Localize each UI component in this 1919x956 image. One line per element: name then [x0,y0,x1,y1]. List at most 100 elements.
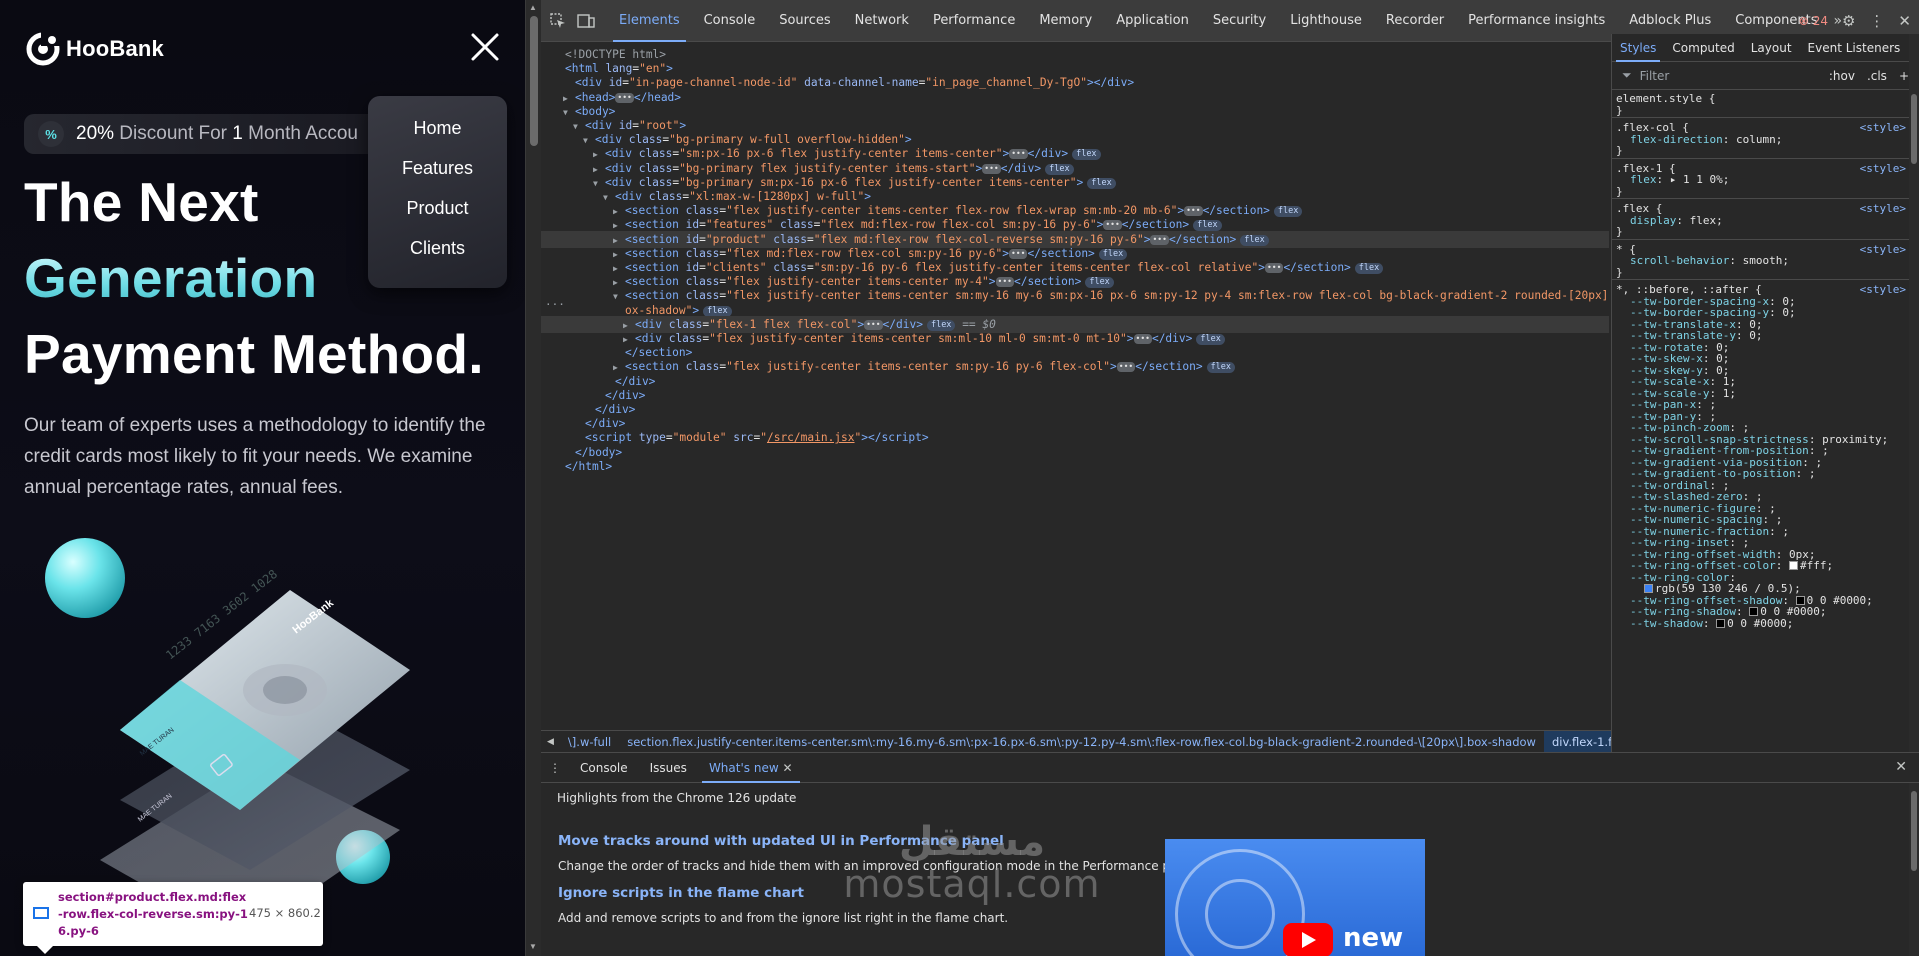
whats-new-heading: Highlights from the Chrome 126 update [557,791,797,805]
scrollbar-thumb[interactable] [1911,791,1917,871]
tab-computed[interactable]: Computed [1664,34,1742,62]
youtube-play-icon[interactable] [1283,923,1333,956]
style-rule-end[interactable]: } [1616,144,1906,158]
hero-title-line-1: The Next [24,171,259,233]
dom-node-markup: </div> [585,417,626,431]
tab-security[interactable]: Security [1201,0,1278,42]
color-swatch-icon[interactable] [1716,618,1726,628]
dom-node-markup: </div> [595,403,636,416]
color-swatch-icon[interactable] [1749,607,1759,616]
breadcrumb-item[interactable]: section.flex.justify-center.items-center… [619,735,1544,749]
inspect-element-icon[interactable] [547,10,569,32]
dom-node-markup: <head> ••• </head> [575,90,682,104]
nav-item-home[interactable]: Home [368,118,507,158]
drawer-tab-whats-new-label: What's new [708,760,779,775]
dom-node-markup: </html> [565,459,613,473]
nav-item-features[interactable]: Features [368,158,507,198]
tab-layout[interactable]: Layout [1743,34,1800,62]
whats-new-item-title[interactable]: Ignore scripts in the flame chart [558,885,804,901]
new-rule-button[interactable]: + [1899,69,1909,83]
error-icon: ⊗ [1798,14,1809,28]
whats-new-video-thumbnail[interactable]: new [1165,839,1425,956]
breadcrumb-left-arrow-icon[interactable]: ◀ [541,737,560,747]
style-rule-end[interactable]: } [1616,104,1906,118]
dom-node-markup: <div class="flex justify-center items-ce… [635,332,1225,345]
dom-node-markup: <div class="bg-primary flex justify-cent… [605,162,1074,175]
tab-styles[interactable]: Styles [1612,34,1664,62]
dom-node[interactable]: </html> [541,458,1609,475]
settings-gear-icon[interactable]: ⚙ [1842,12,1855,30]
tab-sources[interactable]: Sources [767,0,842,42]
tab-network[interactable]: Network [843,0,921,42]
style-declaration[interactable]: --tw-shadow: 0 0 #0000; [1616,617,1906,631]
hover-state-button[interactable]: :hov [1829,69,1855,83]
tab-performance[interactable]: Performance [921,0,1027,42]
drawer-tab-whats-new[interactable]: What's new ✕ [698,753,804,783]
close-menu-icon[interactable] [468,30,502,64]
color-swatch-icon[interactable] [1795,595,1805,605]
logo[interactable]: HooBank [26,32,164,66]
hero-title-line-3: Payment Method. [24,323,484,385]
drawer-scrollbar[interactable] [1909,783,1919,956]
dom-node-markup: <div class="bg-primary sm:px-16 px-6 fle… [605,176,1116,189]
tab-recorder[interactable]: Recorder [1374,0,1456,42]
nav-item-product[interactable]: Product [368,198,507,238]
selector-text: } [1616,265,1623,279]
video-new-label: new [1343,923,1404,953]
drawer-menu-icon[interactable]: ⋮ [541,761,569,775]
device-toolbar-icon[interactable] [575,10,597,32]
breadcrumb-item-selected[interactable]: div.flex-1.flex.flex-col [1543,731,1611,752]
css-value[interactable]: 0 0 #0000; [1727,617,1793,630]
color-swatch-icon[interactable] [1644,584,1653,593]
close-tab-icon[interactable]: ✕ [782,761,792,775]
drawer-tab-issues[interactable]: Issues [639,753,698,783]
dom-node-markup: <div class="sm:px-16 px-6 flex justify-c… [605,147,1101,161]
class-toggle-button[interactable]: .cls [1867,69,1887,83]
whats-new-item-title[interactable]: Move tracks around with updated UI in Pe… [558,833,1004,849]
tab-memory[interactable]: Memory [1027,0,1104,42]
color-swatch-icon[interactable] [1788,561,1798,570]
rule-separator [1612,279,1912,280]
site-scrollbar[interactable]: ▲ ▼ [525,0,541,956]
close-drawer-icon[interactable]: ✕ [1895,759,1907,775]
breadcrumb-item[interactable]: \].w-full [560,735,619,749]
dom-node-markup: <!DOCTYPE html> [565,48,667,61]
tab-event-listeners[interactable]: Event Listeners [1800,34,1909,62]
tab-console[interactable]: Console [692,0,768,42]
dom-node-markup: <div id="in-page-channel-node-id" data-c… [575,76,1135,90]
dom-node-markup: <html lang="en"> [565,62,673,76]
scrollbar-thumb[interactable] [530,16,538,146]
filter-icon: ⏷ [1622,68,1632,82]
tab-performance-insights[interactable]: Performance insights [1456,0,1617,42]
tab-lighthouse[interactable]: Lighthouse [1278,0,1374,42]
dom-node-markup: <div class="xl:max-w-[1280px] w-full"> [615,190,872,203]
scroll-up-icon[interactable]: ▲ [529,3,537,12]
scroll-down-icon[interactable]: ▼ [529,942,537,951]
dom-node-markup: </div> [615,374,656,388]
colon: : [1702,616,1717,630]
nav-item-clients[interactable]: Clients [368,238,507,278]
drawer-tab-console[interactable]: Console [569,753,639,783]
styles-scrollbar[interactable] [1909,34,1919,752]
error-counter[interactable]: ⊗ 24 [1799,14,1828,28]
styles-filter-input[interactable]: Filter [1640,69,1829,83]
style-rule-end[interactable]: } [1616,185,1906,199]
discount-icon: % [38,121,64,147]
dom-node-markup: <body> [575,104,616,118]
hoobank-logo-icon [26,32,60,66]
tab-application[interactable]: Application [1104,0,1201,42]
style-rule-end[interactable]: } [1616,266,1906,280]
rule-separator [1612,238,1912,240]
scrollbar-thumb[interactable] [1911,94,1917,164]
elements-tree: ··· <!DOCTYPE html> <html lang="en"> <div … [541,42,1611,725]
tab-elements[interactable]: Elements [607,0,692,42]
rule-separator [1612,117,1912,118]
close-devtools-icon[interactable]: ✕ [1898,12,1911,30]
styles-pane: Styles Computed Layout Event Listeners »… [1611,34,1919,752]
site-preview: HooBank % 20% Discount For 1 Month Accou… [0,0,525,956]
dom-node-markup: <section id="features" class="flex md:fl… [625,218,1222,232]
style-rule-end[interactable]: } [1616,225,1906,239]
css-property[interactable]: --tw-shadow [1630,617,1703,630]
more-options-icon[interactable]: ⋮ [1869,12,1884,30]
inspect-element-tooltip: section#product.flex.md:flex-row.flex-co… [23,882,323,954]
